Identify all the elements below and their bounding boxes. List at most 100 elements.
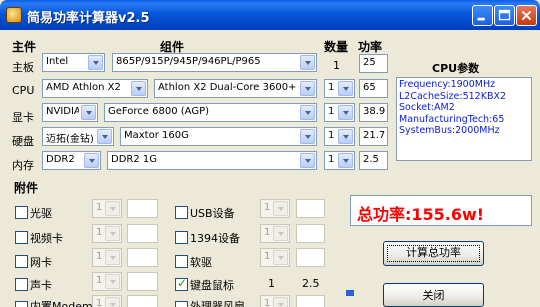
minimize-button[interactable] bbox=[472, 5, 493, 26]
accessory-label-cpu-fan: 外理器风扇 bbox=[190, 300, 245, 307]
accessory-power-network[interactable] bbox=[127, 248, 158, 267]
row-label-graphics: 显卡 bbox=[12, 111, 34, 124]
cpu-model-select[interactable]: Athlon X2 Dual-Core 3600+ bbox=[154, 79, 317, 98]
chevron-down-icon[interactable] bbox=[338, 81, 353, 96]
accessory-label-video: 视频卡 bbox=[30, 232, 63, 245]
accessory-checkbox-keyboard-mouse[interactable] bbox=[175, 276, 188, 291]
chevron-down-icon[interactable] bbox=[300, 55, 315, 70]
accessory-label-1394: 1394设备 bbox=[190, 232, 240, 245]
graphics-power-field[interactable]: 38.9 bbox=[359, 103, 388, 122]
close-icon bbox=[521, 10, 532, 21]
graphics-model-select[interactable]: GeForce 6800 (AGP) bbox=[104, 103, 317, 122]
chevron-down-icon[interactable] bbox=[131, 81, 146, 96]
total-power-text: 总功率:155.6w! bbox=[357, 205, 485, 224]
close-button-label: 关闭 bbox=[422, 289, 445, 302]
total-power-box: 总功率:155.6w! bbox=[350, 195, 532, 226]
accessory-checkbox-usb[interactable] bbox=[175, 206, 188, 219]
accessory-qty-sound[interactable]: 1 bbox=[92, 272, 122, 291]
chevron-down-icon[interactable] bbox=[81, 105, 96, 120]
chevron-down-icon[interactable] bbox=[84, 153, 99, 168]
accessory-label-floppy: 软驱 bbox=[190, 256, 212, 269]
accessory-checkbox-floppy[interactable] bbox=[175, 255, 188, 268]
memory-qty-select[interactable]: 1 bbox=[324, 151, 355, 170]
accessory-power-video[interactable] bbox=[127, 224, 158, 243]
chevron-down-icon[interactable] bbox=[300, 105, 315, 120]
memory-power-field[interactable]: 2.5 bbox=[359, 151, 388, 170]
accessory-label-network: 网卡 bbox=[30, 256, 52, 269]
motherboard-brand-select[interactable]: Intel bbox=[42, 53, 105, 72]
close-button[interactable]: 关闭 bbox=[383, 283, 484, 307]
maximize-icon bbox=[498, 9, 511, 21]
accessory-checkbox-sound[interactable] bbox=[15, 278, 28, 291]
row-label-memory: 内存 bbox=[12, 159, 34, 172]
accessory-label-keyboard-mouse: 键盘鼠标 bbox=[190, 279, 234, 292]
accessory-qty-video[interactable]: 1 bbox=[92, 224, 122, 243]
accessory-qty-usb[interactable]: 1 bbox=[260, 199, 290, 218]
accessory-checkbox-video[interactable] bbox=[15, 231, 28, 244]
harddisk-qty-select[interactable]: 1 bbox=[324, 127, 355, 146]
accessory-qty-cpu-fan[interactable]: 1 bbox=[260, 295, 290, 307]
motherboard-qty: 1 bbox=[333, 59, 340, 72]
accessory-qty-modem[interactable]: 1 bbox=[92, 295, 122, 307]
chevron-down-icon[interactable] bbox=[338, 105, 353, 120]
accessory-power-optical[interactable] bbox=[127, 199, 158, 218]
cpu-param-line: ManufacturingTech:65 bbox=[399, 113, 505, 125]
chevron-down-icon[interactable] bbox=[338, 129, 353, 144]
chevron-down-icon[interactable] bbox=[97, 129, 112, 144]
accessory-power-keyboard-mouse: 2.5 bbox=[302, 277, 320, 290]
close-window-button[interactable] bbox=[516, 5, 537, 26]
chevron-down-icon[interactable] bbox=[88, 55, 103, 70]
motherboard-model-select[interactable]: 865P/915P/945P/946PL/P965 bbox=[112, 53, 317, 72]
cpu-param-line: L2CacheSize:512KBX2 bbox=[399, 90, 507, 102]
calculate-button-label: 计算总功率 bbox=[387, 245, 480, 262]
memory-brand-select[interactable]: DDR2 bbox=[42, 151, 101, 170]
accessory-label-modem: 内置Modem bbox=[30, 300, 93, 307]
accessory-checkbox-1394[interactable] bbox=[175, 231, 188, 244]
graphics-brand-select[interactable]: NVIDIA bbox=[42, 103, 98, 122]
accessory-qty-optical[interactable]: 1 bbox=[92, 199, 122, 218]
chevron-down-icon[interactable] bbox=[300, 81, 315, 96]
accessory-checkbox-cpu-fan[interactable] bbox=[175, 301, 188, 307]
arrow-indicator-icon bbox=[346, 290, 354, 296]
cpu-qty-select[interactable]: 1 bbox=[324, 79, 355, 98]
accessory-power-usb[interactable] bbox=[296, 199, 325, 218]
accessory-qty-network[interactable]: 1 bbox=[92, 248, 122, 267]
cpu-params-box: Frequency:1900MHz L2CacheSize:512KBX2 So… bbox=[396, 77, 532, 161]
graphics-qty-select[interactable]: 1 bbox=[324, 103, 355, 122]
accessory-checkbox-modem[interactable] bbox=[15, 301, 28, 307]
header-main: 主件 bbox=[12, 40, 37, 54]
header-cpu-params: CPU参数 bbox=[432, 62, 480, 75]
row-label-harddisk: 硬盘 bbox=[12, 135, 34, 148]
accessory-power-modem[interactable] bbox=[127, 295, 158, 307]
accessory-power-floppy[interactable] bbox=[296, 248, 325, 267]
accessory-qty-1394[interactable]: 1 bbox=[260, 224, 290, 243]
chevron-down-icon[interactable] bbox=[338, 153, 353, 168]
calculate-power-button[interactable]: 计算总功率 bbox=[383, 241, 484, 266]
accessory-qty-keyboard-mouse: 1 bbox=[268, 277, 275, 290]
cpu-param-line: Frequency:1900MHz bbox=[399, 79, 496, 90]
header-accessories: 附件 bbox=[14, 181, 39, 195]
header-power: 功率 bbox=[358, 40, 383, 54]
accessory-power-1394[interactable] bbox=[296, 224, 325, 243]
harddisk-power-field[interactable]: 21.7 bbox=[359, 127, 388, 146]
accessory-checkbox-optical[interactable] bbox=[15, 206, 28, 219]
cpu-brand-select[interactable]: AMD Athlon X2 bbox=[42, 79, 148, 98]
chevron-down-icon[interactable] bbox=[300, 153, 315, 168]
harddisk-brand-select[interactable]: 迈拓(金钻) bbox=[42, 127, 114, 146]
chevron-down-icon[interactable] bbox=[300, 129, 315, 144]
accessory-qty-floppy[interactable]: 1 bbox=[260, 248, 290, 267]
header-quantity: 数量 bbox=[324, 40, 349, 54]
cpu-power-field[interactable]: 65 bbox=[359, 79, 388, 98]
accessory-power-sound[interactable] bbox=[127, 272, 158, 291]
minimize-icon bbox=[477, 17, 485, 21]
harddisk-model-select[interactable]: Maxtor 160G bbox=[120, 127, 317, 146]
app-icon bbox=[6, 7, 22, 23]
maximize-button[interactable] bbox=[494, 5, 515, 26]
accessory-label-optical: 光驱 bbox=[30, 207, 52, 220]
accessory-power-cpu-fan[interactable] bbox=[296, 295, 325, 307]
memory-model-select[interactable]: DDR2 1G bbox=[107, 151, 317, 170]
window-title: 简易功率计算器v2.5 bbox=[27, 11, 150, 26]
cpu-param-line: SystemBus:2000MHz bbox=[399, 125, 500, 136]
accessory-checkbox-network[interactable] bbox=[15, 255, 28, 268]
motherboard-power-field[interactable]: 25 bbox=[359, 54, 388, 73]
